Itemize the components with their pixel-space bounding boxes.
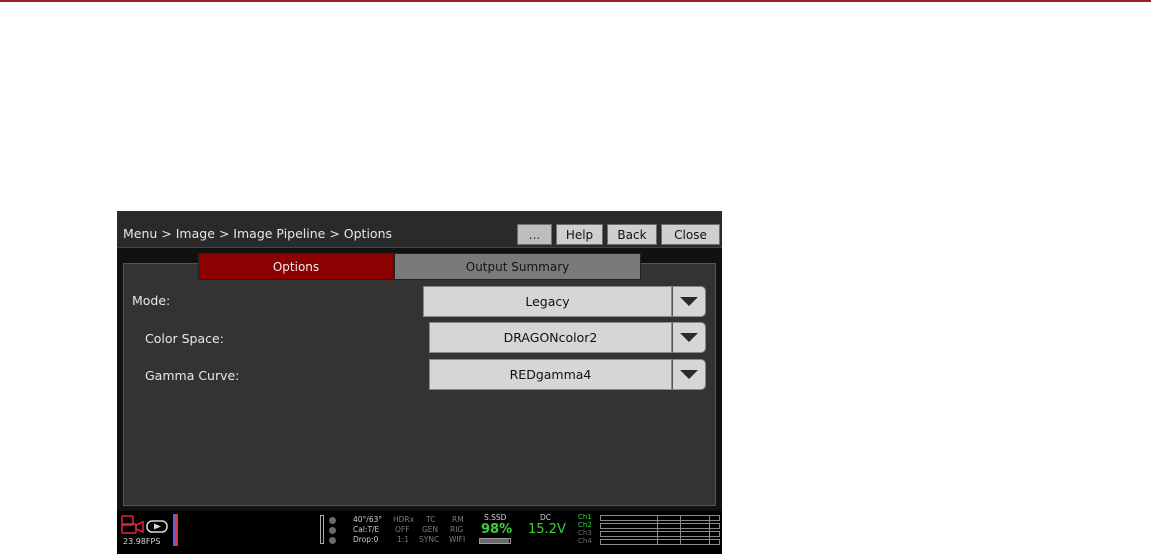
status-bar: 23.98FPS 40°/63° Cal:T/E Drop:0 HDRx OFF…	[117, 511, 722, 554]
temperature-readout: 40°/63°	[353, 515, 383, 524]
audio-meter-ch3	[600, 531, 720, 537]
hdrx-label: HDRx	[393, 515, 415, 524]
chevron-down-icon	[680, 333, 698, 342]
level-bracket	[320, 515, 324, 544]
close-button[interactable]: Close	[661, 224, 720, 245]
mode-label: Mode:	[132, 293, 171, 308]
audio-meter-ch2	[600, 523, 720, 529]
more-button[interactable]: ...	[517, 224, 552, 245]
gamma-curve-select[interactable]: REDgamma4	[429, 359, 706, 390]
play-icon[interactable]	[146, 520, 168, 533]
chevron-down-icon	[680, 297, 698, 306]
tab-output-summary[interactable]: Output Summary	[394, 253, 641, 280]
remote-label: RM	[452, 515, 464, 524]
voltage-readout: 15.2V	[528, 522, 566, 537]
header-bar: Menu > Image > Image Pipeline > Options …	[117, 211, 722, 248]
color-space-select[interactable]: DRAGONcolor2	[429, 322, 706, 353]
status-dot	[329, 517, 336, 524]
status-dot	[329, 537, 336, 544]
gamma-curve-value[interactable]: REDgamma4	[429, 359, 672, 390]
calibration-readout: Cal:T/E	[353, 525, 380, 534]
color-space-dropdown-button[interactable]	[672, 322, 706, 353]
hdrx-ratio: 1:1	[397, 535, 410, 544]
audio-meter-ch1	[600, 515, 720, 521]
timecode-sync: SYNC	[419, 535, 440, 544]
color-space-label: Color Space:	[145, 331, 224, 346]
hdrx-value: OFF	[395, 525, 410, 534]
meter-tick	[709, 515, 710, 545]
fps-readout: 23.98FPS	[123, 537, 161, 546]
media-label: S.SSD	[484, 513, 507, 522]
mode-value[interactable]: Legacy	[423, 286, 672, 317]
tab-bar: Options Output Summary	[198, 253, 641, 280]
audio-channel-2: Ch2	[578, 521, 592, 529]
meter-tick	[680, 515, 681, 545]
media-percent: 98%	[481, 522, 513, 537]
dropped-frames-readout: Drop:0	[353, 535, 379, 544]
timecode-label: TC	[426, 515, 436, 524]
power-source-label: DC	[540, 513, 552, 522]
audio-channel-3: Ch3	[578, 529, 592, 537]
audio-channel-1: Ch1	[578, 513, 592, 521]
gamma-curve-label: Gamma Curve:	[145, 368, 240, 383]
remote-wifi: WIFI	[449, 535, 466, 544]
mode-dropdown-button[interactable]	[672, 286, 706, 317]
chevron-down-icon	[680, 370, 698, 379]
timecode-value: GEN	[422, 525, 439, 534]
color-space-value[interactable]: DRAGONcolor2	[429, 322, 672, 353]
audio-level-bar-peak	[176, 514, 178, 546]
camera-menu-screen: Menu > Image > Image Pipeline > Options …	[117, 211, 722, 554]
audio-meter-ch4	[600, 539, 720, 545]
gamma-curve-dropdown-button[interactable]	[672, 359, 706, 390]
media-capacity-bar	[479, 538, 511, 544]
remote-value: RIG	[450, 525, 464, 534]
meter-tick	[657, 515, 658, 545]
audio-channel-4: Ch4	[578, 537, 592, 545]
back-button[interactable]: Back	[607, 224, 657, 245]
status-dot	[329, 527, 336, 534]
record-camera-icon	[121, 515, 144, 534]
top-rule	[0, 0, 1151, 2]
help-button[interactable]: Help	[556, 224, 603, 245]
breadcrumb: Menu > Image > Image Pipeline > Options	[123, 226, 393, 241]
tab-options[interactable]: Options	[198, 253, 394, 280]
mode-select[interactable]: Legacy	[423, 286, 706, 317]
